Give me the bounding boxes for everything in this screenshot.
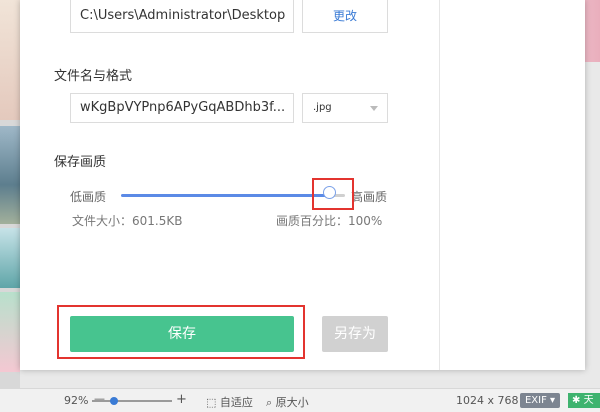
divider — [439, 0, 440, 370]
zoom-slider[interactable] — [92, 400, 172, 402]
chevron-down-icon: ▾ — [550, 395, 556, 406]
status-bar: 92% — + ⬚ 自适应 ⌕ 原大小 1024 x 768 EXIF ▾ ✱ … — [0, 388, 600, 412]
high-quality-label: 高画质 — [351, 190, 388, 204]
thumbnail[interactable] — [0, 292, 20, 372]
fit-button[interactable]: ⬚ 自适应 — [206, 394, 253, 410]
save-dialog: C:\Users\Administrator\Desktop 更改 文件名与格式… — [20, 0, 585, 370]
chevron-down-icon — [370, 106, 378, 111]
format-select[interactable]: .jpg — [302, 93, 388, 123]
image-dimensions: 1024 x 768 — [456, 394, 519, 407]
extra-label: 天 — [583, 395, 594, 406]
extra-button[interactable]: ✱ 天 — [568, 393, 600, 408]
filename-format-label: 文件名与格式 — [54, 69, 133, 84]
zoom-slider-knob[interactable] — [110, 397, 118, 405]
thumbnail[interactable] — [0, 126, 20, 224]
file-size-text: 文件大小：601.5KB — [72, 214, 183, 228]
original-size-label: 原大小 — [275, 396, 309, 409]
quality-percent-text: 画质百分比：100% — [276, 214, 383, 228]
quality-slider-fill[interactable] — [121, 194, 331, 197]
zoom-level: 92% — [64, 394, 89, 407]
fit-icon: ⬚ — [206, 396, 217, 409]
thumbnail[interactable] — [0, 0, 20, 120]
zoom-in-icon[interactable]: + — [176, 392, 187, 407]
thumbnail[interactable] — [0, 228, 20, 288]
zoom-out-icon[interactable]: — — [94, 392, 105, 405]
original-size-button[interactable]: ⌕ 原大小 — [266, 394, 309, 410]
highlight-box — [312, 178, 354, 210]
low-quality-label: 低画质 — [70, 190, 107, 204]
format-value: .jpg — [313, 102, 332, 113]
thumbnail-strip — [0, 0, 20, 411]
save-as-button[interactable]: 另存为 — [322, 316, 388, 352]
fit-label: 自适应 — [219, 396, 253, 409]
change-path-button[interactable]: 更改 — [302, 0, 388, 33]
exif-button[interactable]: EXIF ▾ — [520, 393, 560, 408]
filename-input[interactable]: wKgBpVYPnp6APyGqABDhb3f... — [70, 93, 294, 123]
save-path-input[interactable]: C:\Users\Administrator\Desktop — [70, 0, 294, 33]
quality-label: 保存画质 — [54, 155, 107, 170]
star-icon: ✱ — [572, 395, 581, 406]
highlight-box — [57, 305, 305, 359]
magnifier-icon: ⌕ — [266, 396, 273, 409]
exif-label: EXIF — [524, 395, 547, 406]
